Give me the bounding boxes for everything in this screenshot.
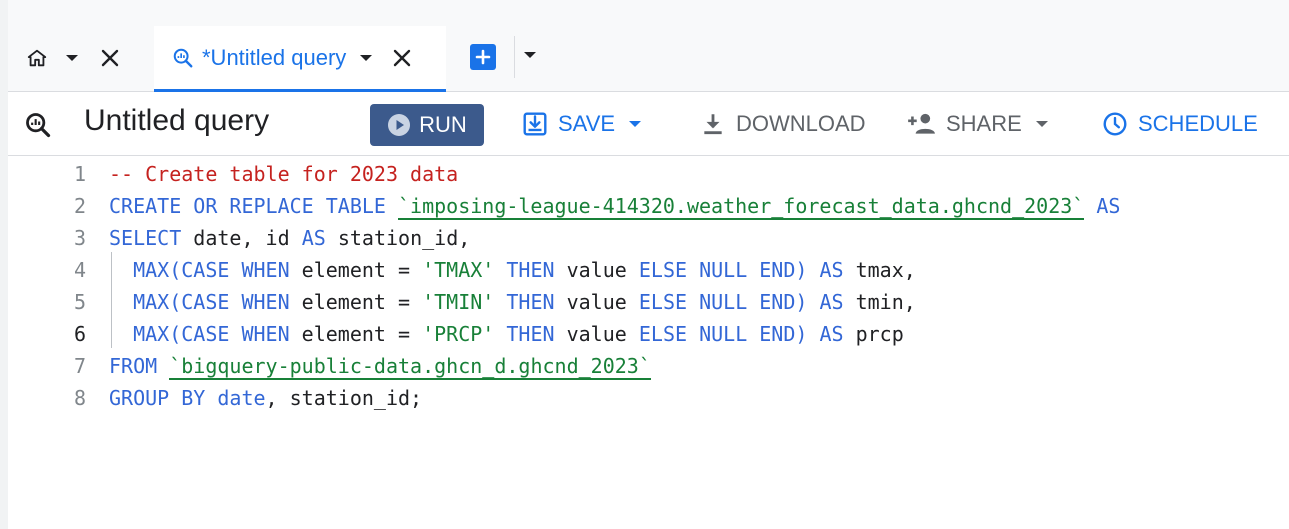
query-icon: [173, 48, 193, 67]
code-line[interactable]: MAX(CASE WHEN element = 'PRCP' THEN valu…: [109, 318, 904, 350]
code-token: GROUP BY: [109, 386, 206, 410]
code-token: ELSE NULL END) AS: [638, 322, 844, 346]
tab-home[interactable]: [26, 26, 120, 90]
line-number: 2: [73, 194, 86, 218]
code-token: AS: [1084, 194, 1121, 218]
tab-title: *Untitled query: [202, 44, 347, 70]
chevron-down-icon[interactable]: [360, 54, 373, 61]
code-token: value: [554, 258, 639, 282]
download-label: DOWNLOAD: [736, 111, 866, 136]
code-token: element =: [289, 290, 423, 314]
code-token: value: [554, 322, 639, 346]
code-token: SELECT: [109, 226, 194, 250]
schedule-button[interactable]: SCHEDULE: [1102, 106, 1258, 142]
chevron-down-icon[interactable]: [1035, 121, 1048, 127]
line-number: 1: [73, 162, 86, 186]
line-number: 5: [73, 290, 86, 314]
bigquery-editor-window: *Untitled query Untitled query RUN SAVE …: [0, 0, 1289, 529]
line-number-gutter: 1 2 3 4 5 6 7 8: [8, 156, 108, 529]
code-token: MAX(CASE WHEN: [133, 290, 290, 314]
line-number: 3: [73, 226, 86, 250]
code-line[interactable]: CREATE OR REPLACE TABLE `imposing-league…: [109, 190, 1120, 222]
play-icon: [388, 114, 411, 136]
code-token: 'TMAX': [422, 258, 495, 282]
code-token: THEN: [494, 290, 555, 314]
run-label: RUN: [419, 112, 467, 137]
share-button[interactable]: SHARE: [906, 106, 1048, 142]
home-icon: [27, 49, 47, 67]
code-token: prcp: [843, 322, 904, 346]
line-number: 6: [73, 322, 86, 346]
plus-icon: [475, 49, 491, 65]
code-token: 'TMIN': [422, 290, 495, 314]
code-line[interactable]: FROM `bigquery-public-data.ghcn_d.ghcnd_…: [109, 350, 651, 382]
close-icon[interactable]: [392, 48, 412, 68]
code-token: element =: [289, 322, 423, 346]
query-icon: [26, 113, 51, 138]
table-reference[interactable]: `bigquery-public-data.ghcn_d.ghcnd_2023`: [169, 354, 651, 380]
code-line[interactable]: GROUP BY date, station_id;: [109, 382, 422, 414]
code-token: MAX(CASE WHEN: [133, 258, 290, 282]
table-reference[interactable]: `imposing-league-414320.weather_forecast…: [397, 194, 1085, 220]
code-token: THEN: [494, 258, 555, 282]
code-token: date: [205, 386, 266, 410]
clock-icon: [1103, 112, 1127, 136]
code-line[interactable]: MAX(CASE WHEN element = 'TMAX' THEN valu…: [109, 254, 916, 286]
code-token: , id: [241, 226, 302, 250]
share-label: SHARE: [946, 111, 1022, 136]
add-tab-button[interactable]: [470, 44, 496, 70]
code-token: tmax,: [843, 258, 916, 282]
download-button[interactable]: DOWNLOAD: [700, 106, 866, 142]
code-token: tmin,: [843, 290, 916, 314]
code-token: , station_id;: [265, 386, 423, 410]
tab-untitled-query[interactable]: *Untitled query: [154, 26, 446, 92]
line-number: 7: [73, 354, 86, 378]
tab-bar: *Untitled query: [8, 0, 1289, 92]
close-icon[interactable]: [100, 48, 120, 68]
code-line[interactable]: -- Create table for 2023 data: [109, 158, 458, 190]
code-line[interactable]: SELECT date, id AS station_id,: [109, 222, 470, 254]
code-token: date: [193, 226, 242, 250]
code-token: THEN: [494, 322, 555, 346]
code-token: value: [554, 290, 639, 314]
code-token: ELSE NULL END) AS: [638, 290, 844, 314]
line-number: 8: [73, 386, 86, 410]
query-title[interactable]: Untitled query: [84, 104, 269, 138]
chevron-down-icon[interactable]: [66, 55, 78, 61]
save-label: SAVE: [558, 111, 616, 136]
code-token: MAX(CASE WHEN: [133, 322, 290, 346]
chevron-down-icon[interactable]: [524, 52, 536, 58]
code-token: CREATE OR REPLACE TABLE: [109, 194, 398, 218]
code-token: station_id,: [325, 226, 471, 250]
code-token: element =: [289, 258, 423, 282]
line-number: 4: [73, 258, 86, 282]
code-token: ELSE NULL END) AS: [638, 258, 844, 282]
query-toolbar: Untitled query RUN SAVE DOWNLOAD SHARE S…: [8, 92, 1289, 156]
save-button[interactable]: SAVE: [522, 106, 642, 142]
person-add-icon: [908, 113, 935, 134]
code-line[interactable]: MAX(CASE WHEN element = 'TMIN' THEN valu…: [109, 286, 916, 318]
code-token: -- Create table for 2023 data: [109, 162, 459, 186]
code-token: FROM: [109, 354, 170, 378]
code-token: 'PRCP': [422, 322, 495, 346]
schedule-label: SCHEDULE: [1138, 111, 1258, 136]
sql-editor[interactable]: 1 2 3 4 5 6 7 8 -- Create table for 2023 data CR…: [8, 156, 1289, 529]
run-button[interactable]: RUN: [370, 104, 484, 146]
chevron-down-icon[interactable]: [629, 121, 642, 127]
download-icon: [704, 114, 722, 135]
save-icon: [523, 112, 547, 136]
tab-divider: [514, 36, 515, 78]
code-token: AS: [301, 226, 326, 250]
